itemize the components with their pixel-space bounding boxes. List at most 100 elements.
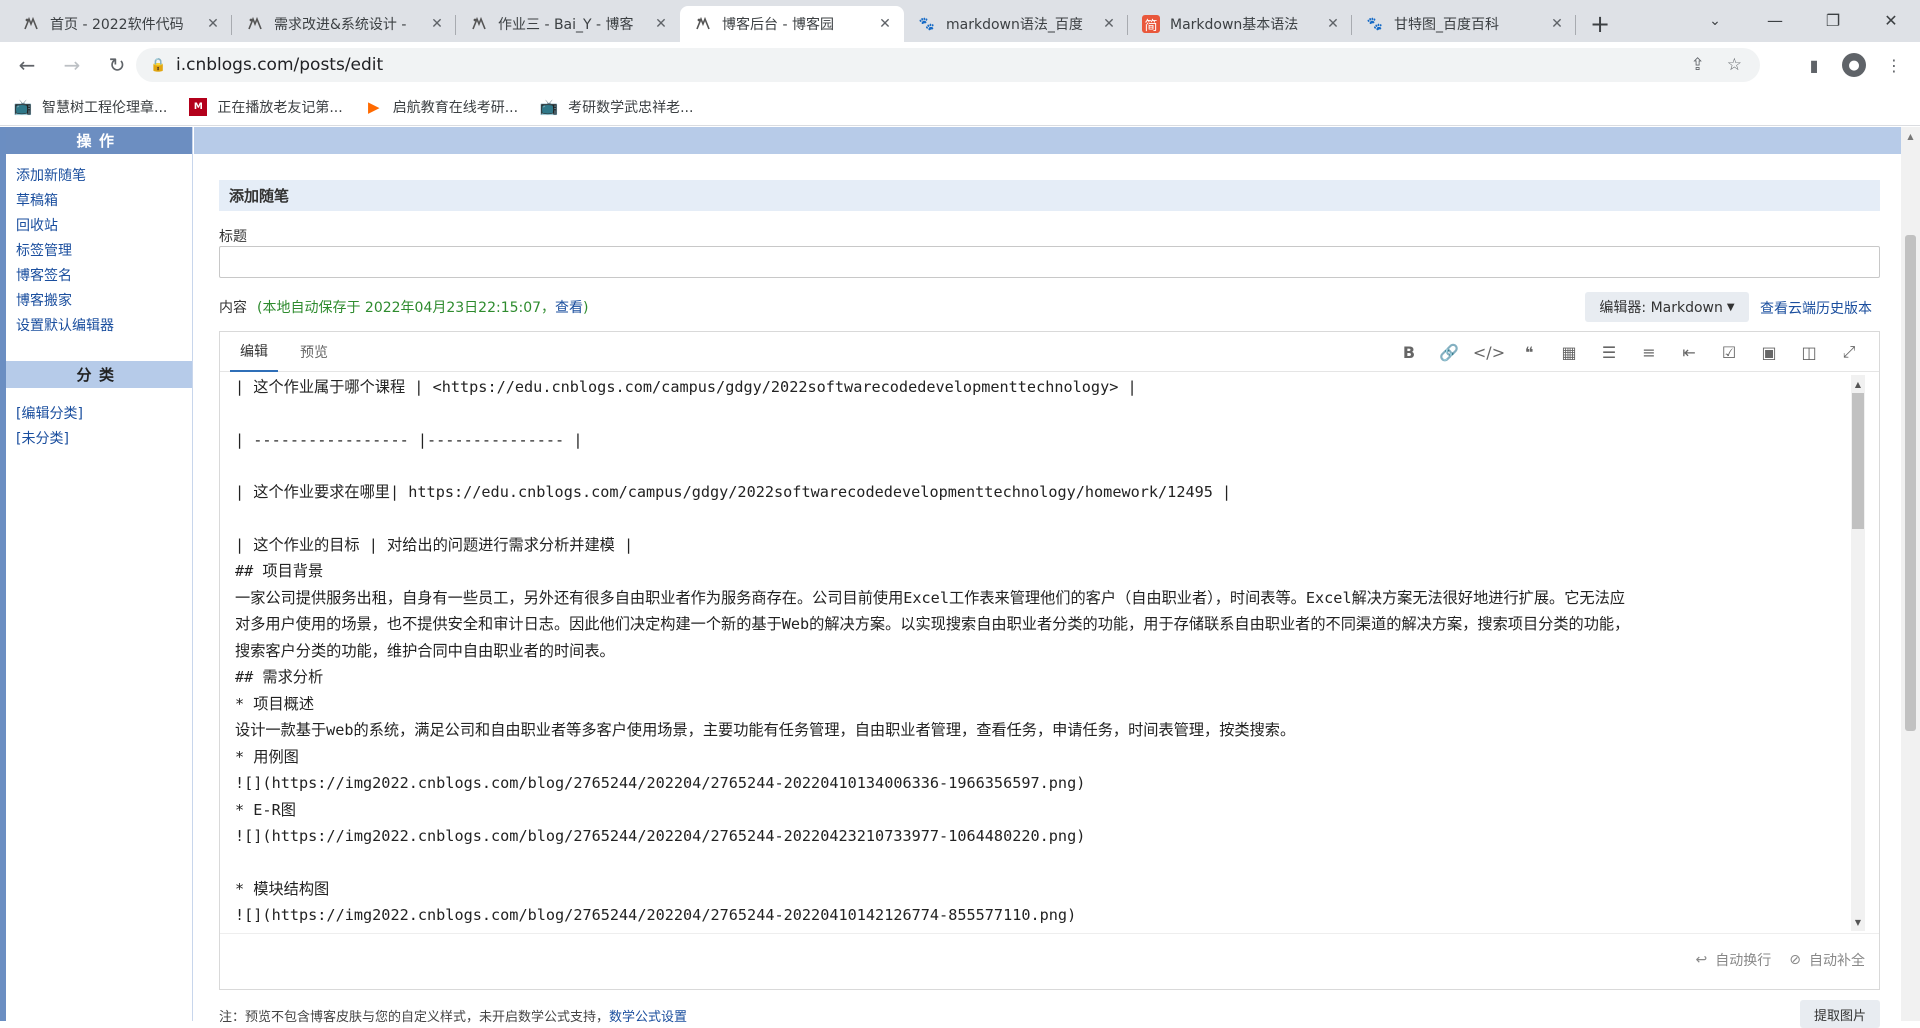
- restore-icon[interactable]: ❐: [1804, 0, 1862, 40]
- scroll-down-icon[interactable]: ▼: [1851, 915, 1865, 929]
- tab-preview[interactable]: 预览: [290, 332, 338, 372]
- cloud-history-link[interactable]: 查看云端历史版本: [1760, 298, 1872, 318]
- editor-scrollbar[interactable]: ▲ ▼: [1851, 375, 1865, 931]
- bullet-list-icon[interactable]: ☰: [1589, 337, 1629, 367]
- main-top-bar: [194, 127, 1901, 154]
- numbered-list-icon[interactable]: ≡: [1629, 337, 1669, 367]
- sidebar-ops-header: 操作: [6, 127, 192, 154]
- menu-dots-icon[interactable]: ⋮: [1880, 51, 1908, 79]
- browser-tab[interactable]: 🐾 甘特图_百度百科 ✕: [1352, 6, 1576, 42]
- tab-close-icon[interactable]: ✕: [876, 15, 894, 33]
- bookmark-item[interactable]: 📺 智慧树工程伦理章...: [14, 97, 168, 117]
- editor-line: * 用例图: [235, 747, 299, 766]
- scroll-up-icon[interactable]: ▲: [1851, 377, 1865, 391]
- editor-line: 对多用户使用的场景，也不提供安全和审计日志。因此他们决定构建一个新的基于Web的…: [235, 615, 1630, 633]
- cnblogs-icon: [694, 15, 712, 33]
- bookmark-label: 考研数学武忠祥老...: [568, 99, 694, 116]
- browser-tab[interactable]: 博客后台 - 博客园 ✕: [680, 6, 904, 42]
- browser-tab[interactable]: 简 Markdown基本语法 ✕: [1128, 6, 1352, 42]
- bookmark-star-icon[interactable]: ☆: [1727, 55, 1742, 75]
- markdown-editor: 编辑 预览 B 🔗 </> ❝ ▦ ☰ ≡ ⇤ ☑ ▣ ◫ ⤢ | 这个作业属于: [219, 331, 1880, 990]
- editor-scroll-thumb[interactable]: [1852, 393, 1864, 529]
- browser-tab[interactable]: 作业三 - Bai_Y - 博客 ✕: [456, 6, 680, 42]
- code-icon[interactable]: </>: [1469, 337, 1509, 367]
- image-icon[interactable]: ▣: [1749, 337, 1789, 367]
- editor-toolbar: B 🔗 </> ❝ ▦ ☰ ≡ ⇤ ☑ ▣ ◫ ⤢: [1389, 332, 1869, 372]
- reload-icon[interactable]: ↻: [99, 47, 135, 83]
- auto-wrap-toggle[interactable]: ↩ 自动换行: [1696, 950, 1772, 970]
- tab-close-icon[interactable]: ✕: [1548, 15, 1566, 33]
- tab-close-icon[interactable]: ✕: [1100, 15, 1118, 33]
- share-icon[interactable]: ⇪: [1691, 55, 1705, 75]
- new-tab-button[interactable]: +: [1582, 6, 1618, 42]
- profile-avatar-icon[interactable]: ●: [1842, 53, 1866, 77]
- sidebar-link[interactable]: 草稿箱: [16, 189, 192, 214]
- browser-tabstrip: 首页 - 2022软件代码 ✕ 需求改进&系统设计 - ✕ 作业三 - Bai_Y - …: [0, 0, 1920, 42]
- editor-line: * 项目概述: [235, 694, 315, 713]
- fetch-image-button[interactable]: 提取图片: [1800, 1000, 1880, 1028]
- sidebar-link[interactable]: [编辑分类]: [16, 402, 192, 427]
- link-icon[interactable]: 🔗: [1429, 337, 1469, 367]
- autosave-view-link[interactable]: 查看: [555, 300, 583, 316]
- page-content: 操作 添加新随笔 草稿箱 回收站 标签管理 博客签名 博客搬家 设置默认编辑器 分类 [编辑…: [0, 127, 1920, 1028]
- tab-search-icon[interactable]: ⌄: [1700, 8, 1730, 34]
- tab-edit[interactable]: 编辑: [230, 332, 278, 372]
- indent-icon[interactable]: ⇤: [1669, 337, 1709, 367]
- split-view-icon[interactable]: ◫: [1789, 337, 1829, 367]
- editor-tabs: 编辑 预览 B 🔗 </> ❝ ▦ ☰ ≡ ⇤ ☑ ▣ ◫ ⤢: [220, 332, 1879, 372]
- tab-close-icon[interactable]: ✕: [204, 15, 222, 33]
- auto-complete-toggle[interactable]: ⊘ 自动补全: [1789, 950, 1865, 970]
- sidebar-link[interactable]: 博客搬家: [16, 289, 192, 314]
- video-site-icon: M: [189, 97, 208, 116]
- editor-line: 搜索客户分类的功能，维护合同中自由职业者的时间表。: [235, 641, 615, 660]
- sidebar-link[interactable]: 添加新随笔: [16, 164, 192, 189]
- editor-line: | 这个作业属于哪个课程 | <https://edu.cnblogs.com/…: [235, 378, 1137, 396]
- address-url[interactable]: i.cnblogs.com/posts/edit: [176, 55, 383, 75]
- quote-icon[interactable]: ❝: [1509, 337, 1549, 367]
- tab-close-icon[interactable]: ✕: [652, 15, 670, 33]
- forward-icon[interactable]: →: [54, 47, 90, 83]
- auto-complete-label: 自动补全: [1809, 953, 1865, 969]
- fullscreen-icon[interactable]: ⤢: [1829, 337, 1869, 367]
- bookmark-item[interactable]: ▶ 启航教育在线考研...: [365, 97, 518, 117]
- cnblogs-icon: [22, 15, 40, 33]
- page-scrollbar[interactable]: ▲: [1901, 127, 1920, 1021]
- lock-icon[interactable]: 🔒: [150, 58, 166, 73]
- browser-tab[interactable]: 需求改进&系统设计 - ✕: [232, 6, 456, 42]
- preview-note: 注：预览不包含博客皮肤与您的自定义样式，未开启数学公式支持，数学公式设置: [219, 1006, 687, 1025]
- editor-status-bar: ↩ 自动换行 ⊘ 自动补全: [220, 933, 1879, 989]
- page-scroll-thumb[interactable]: [1905, 235, 1916, 731]
- editor-line: ![](https://img2022.cnblogs.com/blog/276…: [235, 906, 1077, 924]
- editor-textarea[interactable]: | 这个作业属于哪个课程 | <https://edu.cnblogs.com/…: [220, 373, 1838, 933]
- back-icon[interactable]: ←: [9, 47, 45, 83]
- bold-icon[interactable]: B: [1389, 337, 1429, 367]
- content-label-row: 内容 (本地自动保存于 2022年04月23日22:15:07，查看): [219, 297, 589, 317]
- page-scroll-up-icon[interactable]: ▲: [1904, 130, 1917, 143]
- minimize-icon[interactable]: —: [1746, 0, 1804, 40]
- formula-settings-link[interactable]: 数学公式设置: [609, 1010, 687, 1025]
- browser-tab[interactable]: 首页 - 2022软件代码 ✕: [8, 6, 232, 42]
- sidebar-link[interactable]: 回收站: [16, 214, 192, 239]
- tab-close-icon[interactable]: ✕: [1324, 15, 1342, 33]
- sidebar-link[interactable]: 设置默认编辑器: [16, 314, 192, 339]
- bookmark-item[interactable]: 📺 考研数学武忠祥老...: [540, 97, 694, 117]
- editor-select-dropdown[interactable]: 编辑器: Markdown ▼: [1585, 292, 1749, 322]
- title-input[interactable]: [219, 246, 1880, 278]
- bookmark-label: 智慧树工程伦理章...: [42, 99, 168, 116]
- editor-line: ![](https://img2022.cnblogs.com/blog/276…: [235, 774, 1086, 792]
- side-panel-icon[interactable]: ▮: [1800, 51, 1828, 79]
- editor-line: | 这个作业要求在哪里| https://edu.cnblogs.com/cam…: [235, 483, 1232, 501]
- table-icon[interactable]: ▦: [1549, 337, 1589, 367]
- close-window-icon[interactable]: ✕: [1862, 0, 1920, 40]
- task-list-icon[interactable]: ☑: [1709, 337, 1749, 367]
- browser-tab[interactable]: 🐾 markdown语法_百度 ✕: [904, 6, 1128, 42]
- sidebar-link[interactable]: 博客签名: [16, 264, 192, 289]
- bookmark-item[interactable]: M 正在播放老友记第...: [189, 97, 343, 117]
- sidebar-link[interactable]: [未分类]: [16, 427, 192, 452]
- sidebar-link[interactable]: 标签管理: [16, 239, 192, 264]
- tab-close-icon[interactable]: ✕: [428, 15, 446, 33]
- address-bar[interactable]: 🔒 i.cnblogs.com/posts/edit ⇪ ☆: [136, 48, 1760, 82]
- auto-wrap-label: 自动换行: [1715, 953, 1772, 969]
